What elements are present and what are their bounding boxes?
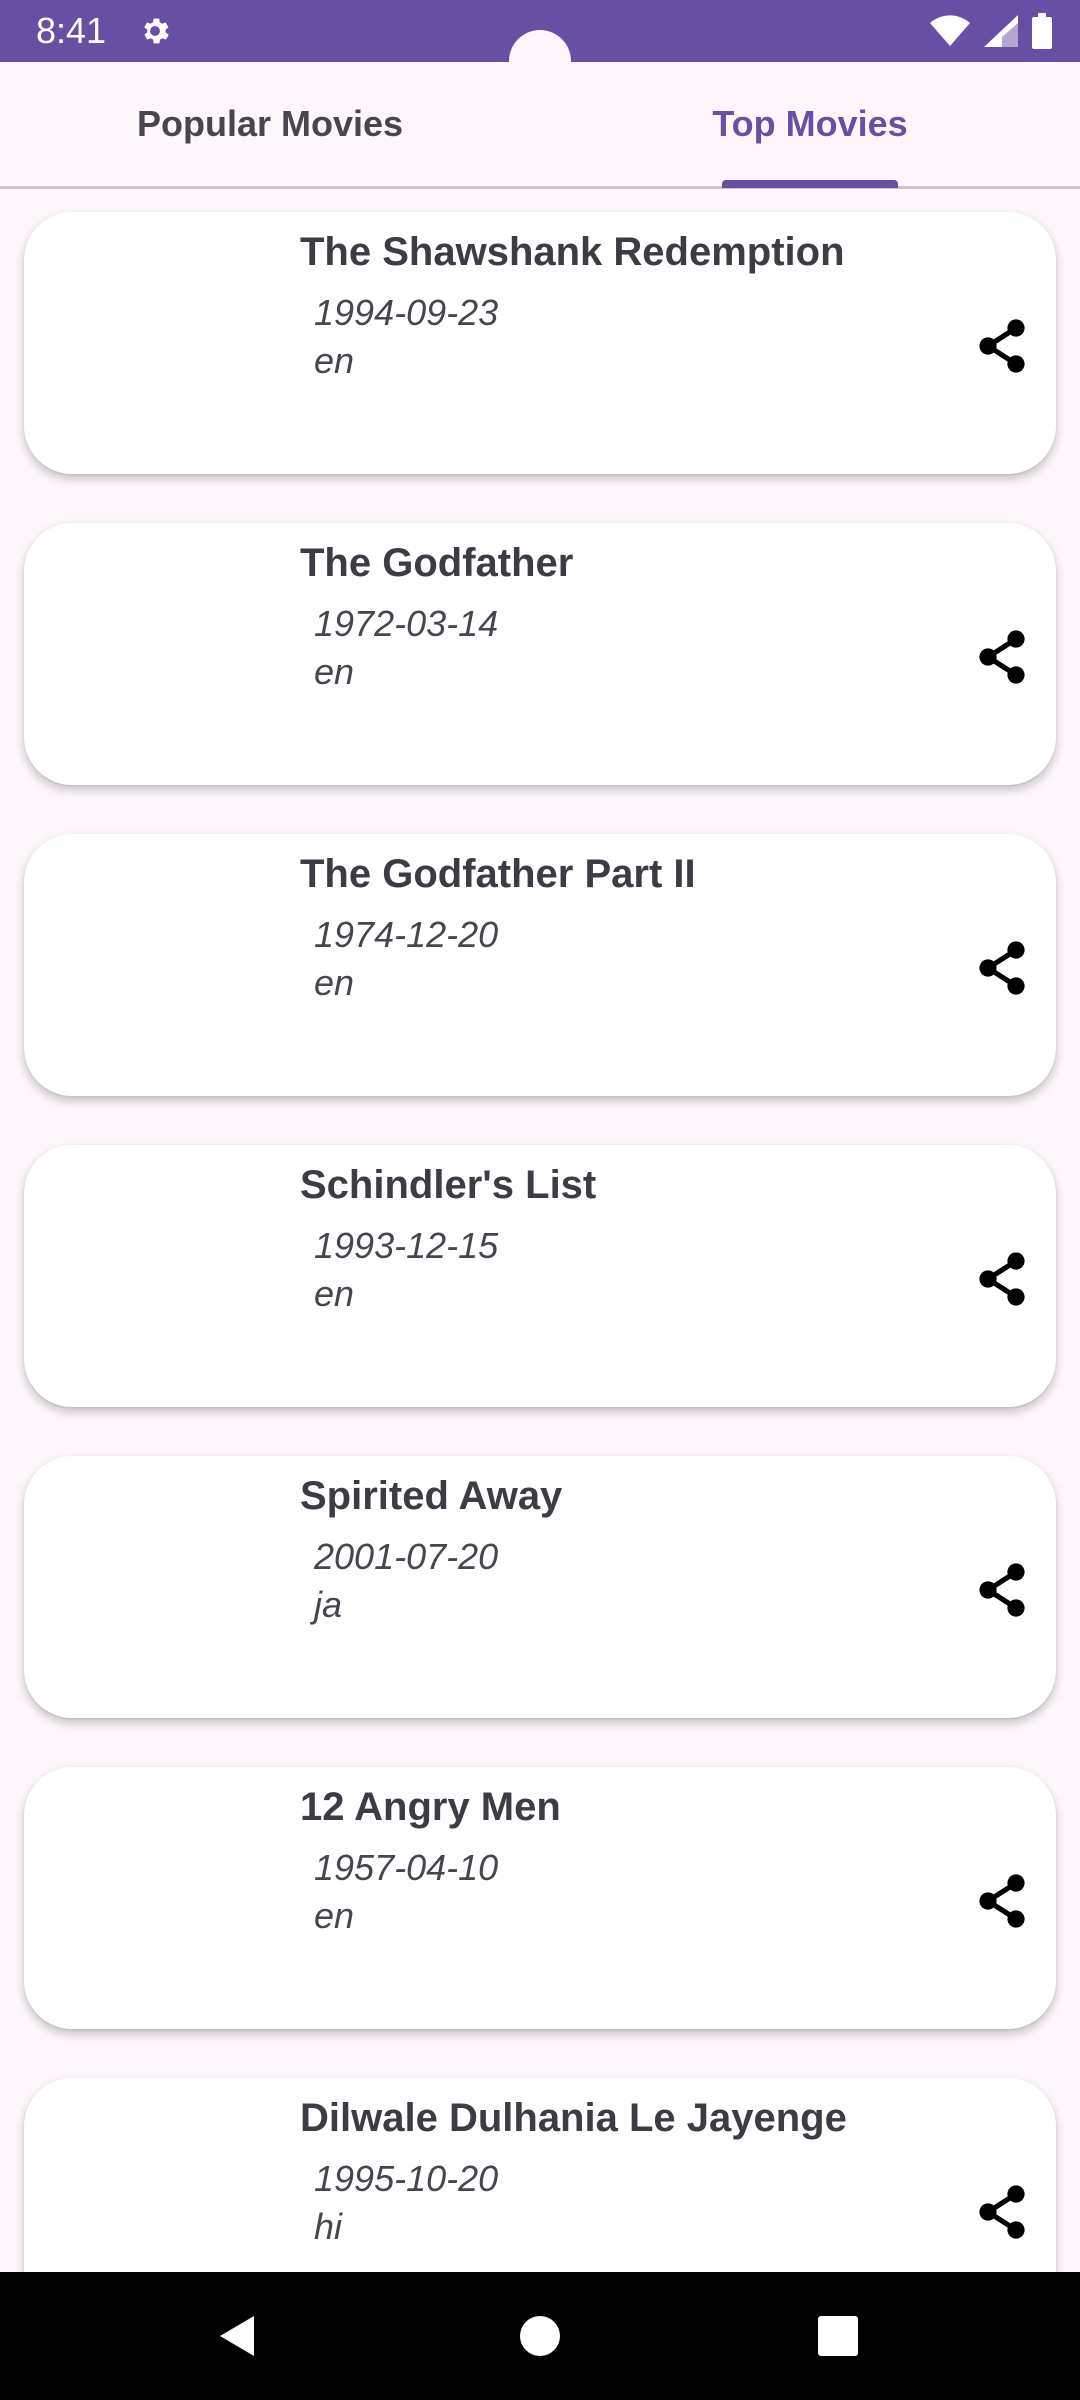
tab-top-movies[interactable]: Top Movies	[540, 62, 1080, 186]
movie-title: 12 Angry Men	[300, 1785, 561, 1829]
movie-title: Schindler's List	[300, 1163, 597, 1207]
movie-language: en	[314, 340, 355, 381]
tab-indicator	[722, 180, 898, 188]
share-icon[interactable]	[976, 629, 1028, 685]
movie-list[interactable]: The Shawshank Redemption 1994-09-23 en T…	[0, 188, 1080, 2272]
movie-release-date: 1995-10-20	[314, 2158, 499, 2199]
movie-card[interactable]: Schindler's List 1993-12-15 en	[24, 1145, 1056, 1407]
recents-icon[interactable]	[814, 2312, 862, 2360]
back-icon[interactable]	[214, 2312, 262, 2360]
movie-release-date: 1994-09-23	[314, 292, 499, 333]
tab-bar: Popular Movies Top Movies	[0, 62, 1080, 189]
battery-icon	[1032, 13, 1052, 49]
movie-title: The Godfather Part II	[300, 852, 696, 896]
movie-release-date: 1972-03-14	[314, 603, 499, 644]
navigation-bar	[0, 2272, 1080, 2400]
home-icon[interactable]	[516, 2312, 564, 2360]
movie-release-date: 1993-12-15	[314, 1225, 499, 1266]
share-icon[interactable]	[976, 318, 1028, 374]
wifi-icon	[930, 15, 970, 46]
signal-icon	[984, 15, 1018, 47]
movie-card[interactable]: 12 Angry Men 1957-04-10 en	[24, 1767, 1056, 2029]
movie-language: hi	[314, 2206, 343, 2247]
movie-card[interactable]: The Godfather Part II 1974-12-20 en	[24, 834, 1056, 1096]
movie-title: The Shawshank Redemption	[300, 230, 845, 274]
movie-release-date: 1957-04-10	[314, 1847, 499, 1888]
movie-card[interactable]: The Shawshank Redemption 1994-09-23 en	[24, 212, 1056, 474]
movie-language: en	[314, 1273, 355, 1314]
status-time: 8:41	[36, 10, 107, 51]
movie-card[interactable]: Dilwale Dulhania Le Jayenge 1995-10-20 h…	[24, 2078, 1056, 2272]
share-icon[interactable]	[976, 940, 1028, 996]
share-icon[interactable]	[976, 1873, 1028, 1929]
movie-title: Spirited Away	[300, 1474, 563, 1518]
share-icon[interactable]	[976, 2184, 1028, 2240]
movie-card[interactable]: The Godfather 1972-03-14 en	[24, 523, 1056, 785]
movie-language: en	[314, 651, 355, 692]
movie-release-date: 2001-07-20	[314, 1536, 499, 1577]
share-icon[interactable]	[976, 1562, 1028, 1618]
share-icon[interactable]	[976, 1251, 1028, 1307]
movie-language: en	[314, 962, 355, 1003]
movie-language: en	[314, 1895, 355, 1936]
movie-title: The Godfather	[300, 541, 574, 585]
movie-release-date: 1974-12-20	[314, 914, 499, 955]
gear-icon	[144, 18, 169, 44]
movie-title: Dilwale Dulhania Le Jayenge	[300, 2096, 847, 2140]
movie-card[interactable]: Spirited Away 2001-07-20 ja	[24, 1456, 1056, 1718]
tab-popular-movies[interactable]: Popular Movies	[0, 62, 540, 186]
movie-language: ja	[314, 1584, 343, 1625]
